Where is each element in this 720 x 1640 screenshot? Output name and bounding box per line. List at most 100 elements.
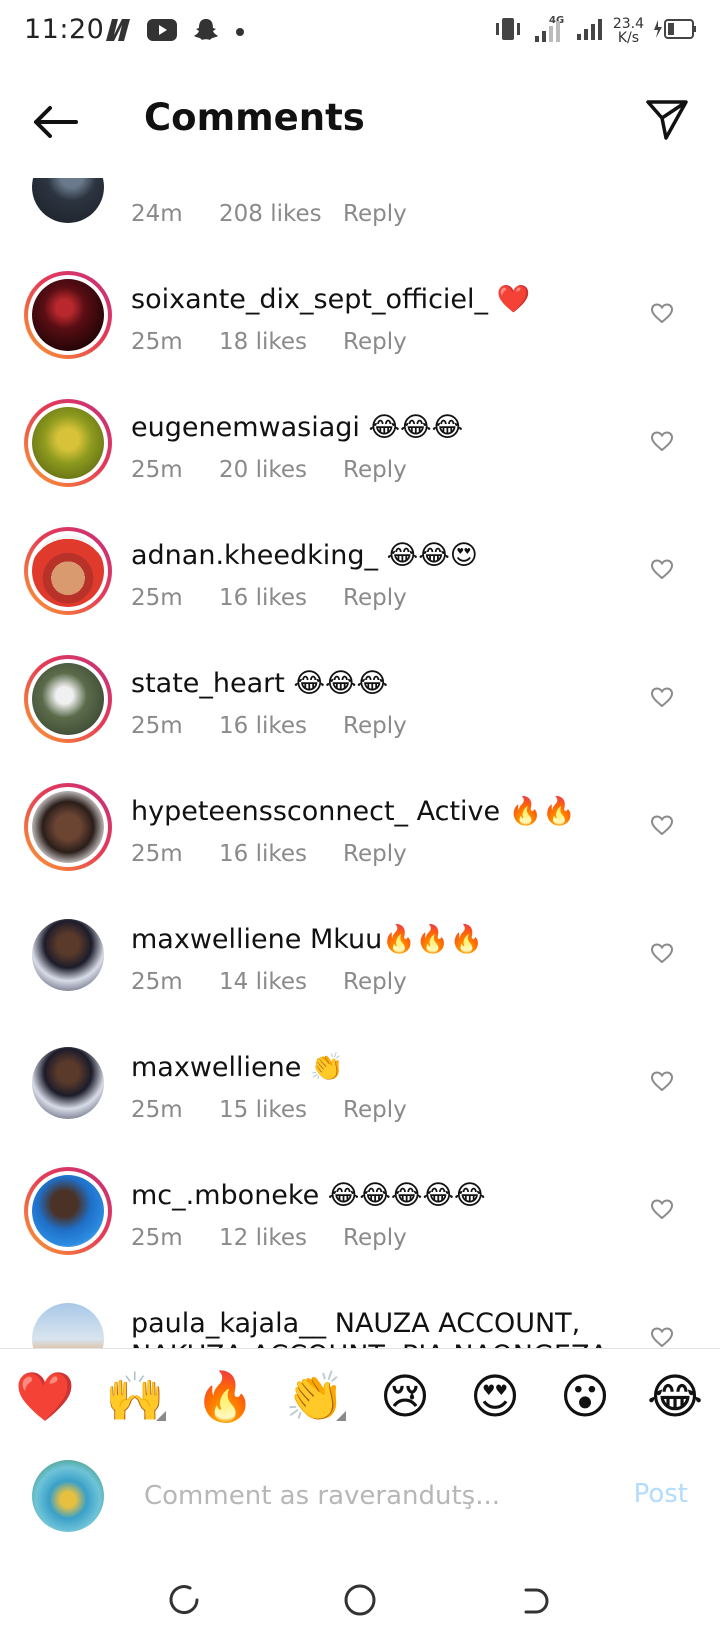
reply-button[interactable]: Reply [343, 585, 407, 611]
comment-username[interactable]: state_heart [131, 668, 285, 699]
avatar[interactable] [24, 1039, 112, 1127]
comment-username[interactable]: maxwelliene [131, 924, 301, 955]
signal-4g-icon: 4G [531, 14, 567, 48]
signal-bars-icon [575, 17, 605, 45]
comments-list[interactable]: 24m 208 likes Reply soixante_dix_sept_of… [0, 178, 720, 1348]
avatar-story-ring[interactable] [24, 1167, 112, 1255]
heart-outline-icon[interactable] [650, 1070, 674, 1092]
share-button[interactable] [644, 96, 690, 142]
comment-time: 25m [131, 969, 183, 995]
battery-charging-icon [652, 17, 698, 45]
comment-item: state_heart 😂😂😂 25m 16 likes Reply [0, 638, 720, 766]
comment-username[interactable]: mc_.mboneke [131, 1180, 319, 1211]
comment-username[interactable]: soixante_dix_sept_officiel_ [131, 284, 488, 315]
reply-button[interactable]: Reply [343, 457, 407, 483]
system-nav-bar [0, 1560, 720, 1640]
netflix-notification-icon [104, 17, 132, 47]
comment-likes[interactable]: 16 likes [219, 585, 343, 611]
reply-button[interactable]: Reply [343, 1225, 407, 1251]
avatar-story-ring[interactable] [24, 271, 112, 359]
avatar[interactable] [24, 178, 112, 231]
youtube-notification-icon [146, 18, 178, 46]
avatar[interactable] [24, 911, 112, 999]
current-user-avatar [32, 1460, 104, 1532]
comment-likes[interactable]: 20 likes [219, 457, 343, 483]
status-bar: 11:20 4G 23.4 K/s [0, 0, 720, 66]
heart-outline-icon[interactable] [650, 686, 674, 708]
reaction-red-heart[interactable]: ❤️ [0, 1349, 90, 1445]
comment-time: 25m [131, 457, 183, 483]
comment-time: 24m [131, 201, 183, 227]
reaction-heart-eyes[interactable]: 😍 [450, 1349, 540, 1445]
comment-likes[interactable]: 16 likes [219, 713, 343, 739]
skin-tone-indicator-icon [156, 1411, 166, 1421]
comment-item: soixante_dix_sept_officiel_ ❤️ 25m 18 li… [0, 254, 720, 382]
reply-button[interactable]: Reply [343, 329, 407, 355]
page-title: Comments [144, 96, 365, 139]
comment-text: Mkuu🔥🔥🔥 [309, 924, 484, 955]
heart-outline-icon[interactable] [650, 430, 674, 452]
comment-likes[interactable]: 12 likes [219, 1225, 343, 1251]
post-button[interactable]: Post [634, 1479, 688, 1509]
comment-likes[interactable]: 208 likes [219, 201, 343, 227]
avatar-story-ring[interactable] [24, 783, 112, 871]
heart-outline-icon[interactable] [650, 942, 674, 964]
back-nav-button[interactable] [516, 1582, 552, 1618]
reaction-tears-of-joy[interactable]: 😂 [630, 1349, 720, 1445]
comment-likes[interactable]: 16 likes [219, 841, 343, 867]
heart-outline-icon[interactable] [650, 1198, 674, 1220]
more-notifications-dot-icon [234, 23, 246, 42]
paper-plane-icon [646, 100, 688, 140]
reply-button[interactable]: Reply [343, 841, 407, 867]
heart-outline-icon[interactable] [650, 1326, 674, 1348]
status-time: 11:20 [24, 14, 105, 45]
reaction-surprised-face[interactable]: 😮 [540, 1349, 630, 1445]
heart-outline-icon[interactable] [650, 558, 674, 580]
reaction-clapping-hands[interactable]: 👏 [270, 1349, 360, 1445]
comment-time: 25m [131, 329, 183, 355]
comment-username[interactable]: paula_kajala__ [131, 1308, 326, 1339]
avatar[interactable] [24, 1295, 112, 1348]
comment-username[interactable]: maxwelliene [131, 1052, 301, 1083]
reaction-fire[interactable]: 🔥 [180, 1349, 270, 1445]
comment-likes[interactable]: 14 likes [219, 969, 343, 995]
comment-input[interactable] [142, 1471, 606, 1521]
heart-outline-icon[interactable] [650, 302, 674, 324]
comment-time: 25m [131, 585, 183, 611]
avatar-story-ring[interactable] [24, 655, 112, 743]
avatar-story-ring[interactable] [24, 399, 112, 487]
comment-item: maxwelliene 👏 25m 15 likes Reply [0, 1022, 720, 1150]
home-circle-icon [344, 1584, 376, 1616]
comment-likes[interactable]: 18 likes [219, 329, 343, 355]
comment-username[interactable]: adnan.kheedking_ [131, 540, 378, 571]
comment-item-partial: 24m 208 likes Reply [0, 178, 720, 254]
recent-apps-button[interactable] [166, 1582, 202, 1618]
comment-time: 25m [131, 713, 183, 739]
reply-button[interactable]: Reply [343, 1097, 407, 1123]
comment-item: paula_kajala__ NAUZA ACCOUNT, NAKUZA ACC… [0, 1278, 720, 1348]
back-button[interactable] [30, 102, 80, 142]
network-speed: 23.4 K/s [612, 16, 644, 46]
comment-text: ❤️ [496, 284, 531, 315]
comment-time: 25m [131, 1225, 183, 1251]
avatar-story-ring[interactable] [24, 527, 112, 615]
reply-button[interactable]: Reply [343, 969, 407, 995]
comment-item: maxwelliene Mkuu🔥🔥🔥 25m 14 likes Reply [0, 894, 720, 1022]
comment-composer: Post [0, 1445, 720, 1560]
back-nav-icon [524, 1588, 549, 1614]
comment-item: eugenemwasiagi 😂😂😂 25m 20 likes Reply [0, 382, 720, 510]
reaction-raising-hands[interactable]: 🙌 [90, 1349, 180, 1445]
heart-outline-icon[interactable] [650, 814, 674, 836]
comment-text: 😂😂😂 [368, 412, 464, 443]
comment-text: 👏 [309, 1052, 344, 1083]
reaction-crying-face[interactable]: 😢 [360, 1349, 450, 1445]
home-button[interactable] [342, 1582, 378, 1618]
app-header: Comments [0, 66, 720, 178]
comment-username[interactable]: eugenemwasiagi [131, 412, 360, 443]
comment-likes[interactable]: 15 likes [219, 1097, 343, 1123]
recents-icon [169, 1585, 199, 1615]
comment-username[interactable]: hypeteenssconnect_ [131, 796, 408, 827]
reply-button[interactable]: Reply [343, 201, 407, 227]
snapchat-notification-icon [192, 16, 220, 48]
reply-button[interactable]: Reply [343, 713, 407, 739]
